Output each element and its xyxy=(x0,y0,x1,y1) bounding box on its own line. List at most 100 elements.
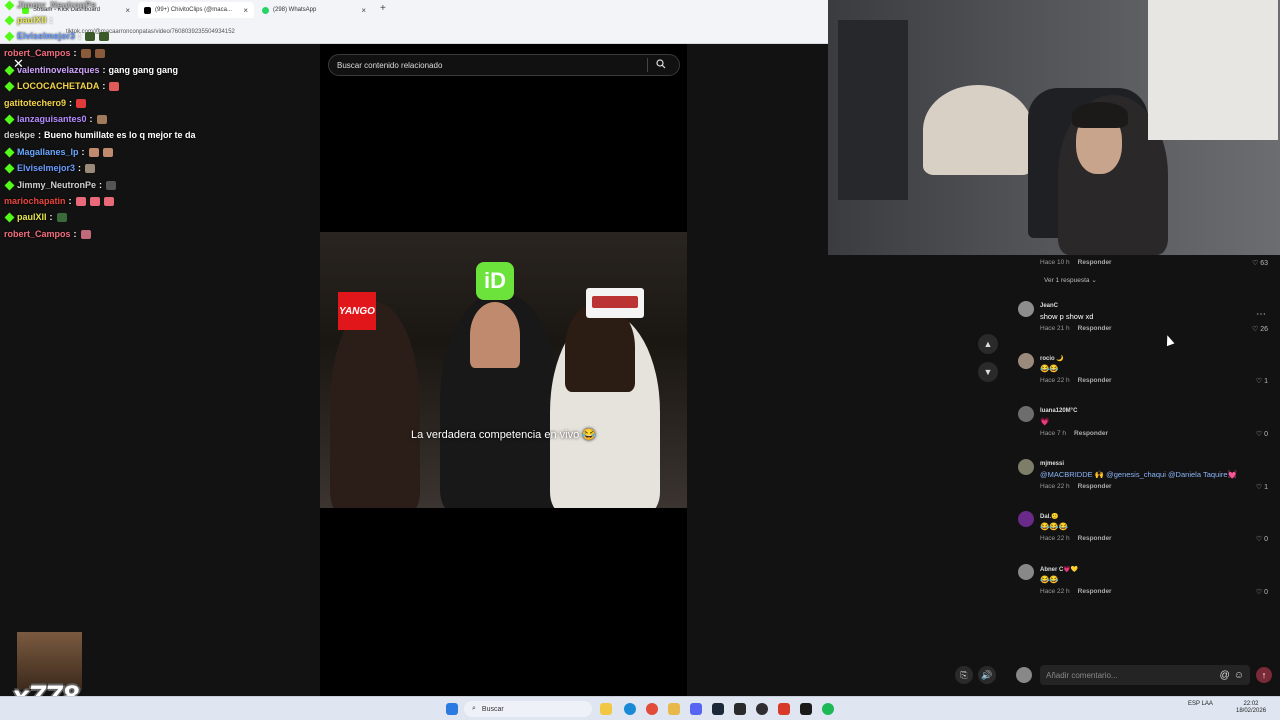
comment-user[interactable]: Dal.🙂 xyxy=(1040,513,1058,520)
chat-message: Jimmy_NeutronPe xyxy=(4,0,96,10)
emote-icon xyxy=(94,48,105,58)
sub-badge-icon xyxy=(4,147,15,157)
file-explorer-icon[interactable] xyxy=(600,703,612,715)
chat-user: Elviselmejor3 xyxy=(17,163,76,173)
comment-meta: Hace 22 h Responder xyxy=(1040,535,1112,542)
chat-message: Elviselmejor3: xyxy=(4,163,96,173)
like-count[interactable]: ♡ 26 xyxy=(1252,325,1268,333)
like-count[interactable]: ♡ 1 xyxy=(1256,377,1268,385)
whatsapp-icon xyxy=(262,6,269,14)
tab-whatsapp[interactable]: (298) WhatsApp × xyxy=(256,2,372,18)
like-count[interactable]: ♡ 0 xyxy=(1256,588,1268,596)
tab-tiktok[interactable]: (99+) ChivitoClips (@maca... × xyxy=(138,2,254,18)
comment-user[interactable]: mjmessi xyxy=(1040,461,1064,467)
comment-input[interactable] xyxy=(1046,670,1216,680)
avatar[interactable] xyxy=(1018,564,1034,580)
reply-button[interactable]: Responder xyxy=(1078,325,1112,332)
more-options-icon[interactable]: ⋯ xyxy=(1256,309,1266,320)
chevron-down-icon[interactable]: ▼ xyxy=(978,362,998,382)
like-count[interactable]: ♡ 1 xyxy=(1256,483,1268,491)
comment-meta: Hace 22 h Responder xyxy=(1040,377,1112,384)
video-player[interactable]: YANGO iD La verdadera competencia en viv… xyxy=(320,232,687,508)
comment-user[interactable]: JeanC xyxy=(1040,303,1058,309)
reply-button[interactable]: Responder xyxy=(1078,377,1112,384)
avatar[interactable] xyxy=(1018,353,1034,369)
avatar[interactable] xyxy=(1018,511,1034,527)
app-icon[interactable] xyxy=(734,703,746,715)
windows-start-icon[interactable] xyxy=(446,703,458,715)
chat-user: Magallanes_lp xyxy=(17,147,79,157)
avatar xyxy=(1016,667,1032,683)
add-comment-bar: @ ☺ ↑ xyxy=(1014,664,1276,686)
send-icon[interactable]: ↑ xyxy=(1256,667,1272,683)
comment-meta: Hace 21 h Responder xyxy=(1040,325,1112,332)
comment-time: Hace 22 h xyxy=(1040,483,1070,490)
avatar[interactable] xyxy=(1018,406,1034,422)
comment-user[interactable]: rocio 🌙 xyxy=(1040,355,1064,362)
captions-icon[interactable]: ⎘ xyxy=(955,666,973,684)
comment-time: Hace 22 h xyxy=(1040,535,1070,542)
close-tab-icon[interactable]: × xyxy=(125,6,130,15)
chrome-icon[interactable] xyxy=(646,703,658,715)
comment-meta: Hace 22 h Responder xyxy=(1040,483,1112,490)
avatar[interactable] xyxy=(1018,301,1034,317)
keyboard-language[interactable]: ESP LAA xyxy=(1188,701,1213,708)
mention-icon[interactable]: @ xyxy=(1220,670,1230,681)
chat-user: deskpe xyxy=(4,130,36,140)
like-number: 1 xyxy=(1264,484,1268,491)
edge-icon[interactable] xyxy=(624,703,636,715)
related-search-input[interactable] xyxy=(329,60,647,70)
chevron-up-icon[interactable]: ▲ xyxy=(978,334,998,354)
like-number: 0 xyxy=(1264,589,1268,596)
related-search-bar[interactable] xyxy=(328,54,680,76)
close-tab-icon[interactable]: × xyxy=(243,6,248,15)
chat-colon: : xyxy=(102,65,106,75)
chat-message: LOCOCACHETADA: xyxy=(4,81,120,91)
clock[interactable]: 22:02 18/02/2026 xyxy=(1236,701,1266,715)
chat-user: Elviselmejor3 xyxy=(17,31,76,41)
address-bar[interactable]: tiktok.com/@macaarronconpatas/video/7608… xyxy=(66,26,826,38)
like-count[interactable]: ♡ 0 xyxy=(1256,430,1268,438)
emote-icon xyxy=(80,229,91,239)
close-tab-icon[interactable]: × xyxy=(361,6,366,15)
like-number: 0 xyxy=(1264,431,1268,438)
webcam-feed xyxy=(828,0,1280,255)
app-icon[interactable] xyxy=(800,703,812,715)
chat-colon: : xyxy=(73,48,77,58)
reply-button[interactable]: Responder xyxy=(1078,483,1112,490)
chat-colon: : xyxy=(102,81,106,91)
app-icon[interactable] xyxy=(778,703,790,715)
reply-button[interactable]: Responder xyxy=(1078,259,1112,266)
chat-colon: : xyxy=(69,98,73,108)
chat-colon: : xyxy=(99,180,103,190)
new-tab-button[interactable]: + xyxy=(380,3,386,14)
comment-user[interactable]: luana120M°C xyxy=(1040,408,1077,414)
taskbar-search[interactable]: ⌕ Buscar xyxy=(464,701,592,717)
screen: YANGO iD La verdadera competencia en viv… xyxy=(0,0,1280,720)
like-count[interactable]: ♡ 0 xyxy=(1256,535,1268,543)
volume-icon[interactable]: 🔊 xyxy=(978,666,996,684)
search-icon[interactable] xyxy=(648,58,674,72)
chat-colon: : xyxy=(73,229,77,239)
discord-icon[interactable] xyxy=(690,703,702,715)
emote-icon xyxy=(85,163,96,173)
close-icon[interactable]: ✕ xyxy=(13,56,24,72)
reply-button[interactable]: Responder xyxy=(1078,535,1112,542)
view-replies-button[interactable]: Ver 1 respuesta ⌄ xyxy=(1044,276,1097,284)
obs-icon[interactable] xyxy=(756,703,768,715)
emoji-icon[interactable]: ☺ xyxy=(1234,670,1244,681)
steam-icon[interactable] xyxy=(712,703,724,715)
folder-icon[interactable] xyxy=(668,703,680,715)
reply-button[interactable]: Responder xyxy=(1074,430,1108,437)
chat-text: Bueno humillate es lo q mejor te da xyxy=(44,130,196,140)
avatar[interactable] xyxy=(1018,459,1034,475)
reply-button[interactable]: Responder xyxy=(1078,588,1112,595)
streamer-hair xyxy=(1072,102,1128,128)
man-face xyxy=(470,302,520,368)
chat-user: gatitotechero9 xyxy=(4,98,67,108)
woman-left xyxy=(330,302,420,508)
spotify-icon[interactable] xyxy=(822,703,834,715)
comment-box[interactable]: @ ☺ xyxy=(1040,665,1250,685)
like-count[interactable]: ♡ 63 xyxy=(1252,259,1268,267)
comment-user[interactable]: Abner C💗💛 xyxy=(1040,566,1078,573)
